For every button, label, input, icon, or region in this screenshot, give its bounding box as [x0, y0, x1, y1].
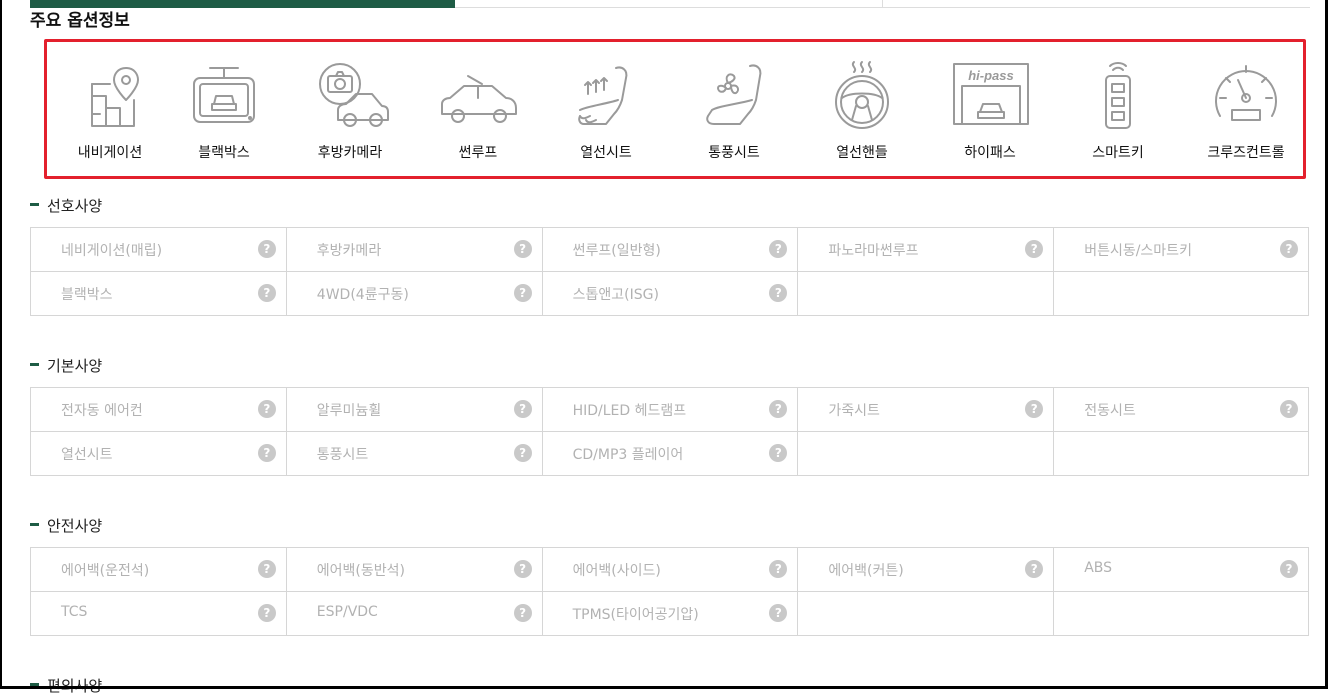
help-icon[interactable]: ?: [513, 284, 532, 302]
option-cell: 에어백(운전석)?: [31, 548, 287, 592]
heated-seat-icon: [578, 66, 628, 125]
help-icon[interactable]: ?: [769, 240, 788, 258]
safety-options-grid: 에어백(운전석)? 에어백(동반석)? 에어백(사이드)? 에어백(커튼)? A…: [30, 547, 1309, 636]
empty-cell: [1054, 272, 1309, 316]
options-row: 블랙박스? 4WD(4륜구동)? 스톱앤고(ISG)?: [31, 272, 1309, 316]
key-options-highlight-box: 내비게이션 블랙박스 후방카메라 썬루프 열선시트 통풍시트 열선핸들 hi-p…: [44, 39, 1306, 179]
basic-options-grid: 전자동 에어컨? 알루미늄휠? HID/LED 헤드램프? 가죽시트? 전동시트…: [30, 387, 1309, 476]
help-icon[interactable]: ?: [257, 444, 276, 462]
section-marker: [30, 683, 39, 686]
option-cell: CD/MP3 플레이어?: [542, 432, 799, 476]
option-cell: 블랙박스?: [31, 272, 287, 316]
option-cell: 에어백(동반석)?: [286, 548, 543, 592]
option-cell: 스톱앤고(ISG)?: [542, 272, 799, 316]
key-option-hipass: hi-pass 하이패스: [927, 54, 1053, 162]
heated-steering-wheel-icon: [835, 61, 889, 129]
option-cell: 버튼시동/스마트키?: [1054, 228, 1309, 272]
option-cell: 썬루프(일반형)?: [542, 228, 799, 272]
empty-cell: [1054, 592, 1309, 636]
options-row: 네비게이션(매립)? 후방카메라? 썬루프(일반형)? 파노라마썬루프? 버튼시…: [31, 228, 1309, 272]
svg-text:hi-pass: hi-pass: [968, 68, 1014, 83]
help-icon[interactable]: ?: [1279, 240, 1298, 258]
key-option-rear-camera: 후방카메라: [287, 54, 413, 162]
help-icon[interactable]: ?: [769, 560, 788, 578]
section-title-basic: 기본사양: [30, 355, 102, 376]
ventilated-seat-icon: [706, 64, 762, 125]
tab-divider: [882, 0, 883, 8]
help-icon[interactable]: ?: [1025, 400, 1044, 418]
key-option-heated-seat: 열선시트: [543, 54, 669, 162]
section-title-preferred: 선호사양: [30, 195, 102, 216]
option-cell: 통풍시트?: [286, 432, 543, 476]
help-icon[interactable]: ?: [257, 604, 276, 622]
help-icon[interactable]: ?: [1279, 400, 1298, 418]
option-cell: HID/LED 헤드램프?: [542, 388, 799, 432]
options-row: 에어백(운전석)? 에어백(동반석)? 에어백(사이드)? 에어백(커튼)? A…: [31, 548, 1309, 592]
option-cell: 에어백(커튼)?: [798, 548, 1055, 592]
preferred-options-grid: 네비게이션(매립)? 후방카메라? 썬루프(일반형)? 파노라마썬루프? 버튼시…: [30, 227, 1309, 316]
option-cell: 알루미늄휠?: [286, 388, 543, 432]
key-option-ventilated-seat: 통풍시트: [671, 54, 797, 162]
sunroof-car-icon: [441, 75, 517, 123]
section-title-convenience: 편의사양: [30, 675, 102, 696]
options-row: 전자동 에어컨? 알루미늄휠? HID/LED 헤드램프? 가죽시트? 전동시트…: [31, 388, 1309, 432]
options-row: 열선시트? 통풍시트? CD/MP3 플레이어?: [31, 432, 1309, 476]
help-icon[interactable]: ?: [257, 284, 276, 302]
key-option-sunroof: 썬루프: [415, 54, 541, 162]
option-cell: 전자동 에어컨?: [31, 388, 287, 432]
help-icon[interactable]: ?: [513, 444, 532, 462]
option-cell: 파노라마썬루프?: [798, 228, 1055, 272]
empty-cell: [1054, 432, 1309, 476]
empty-cell: [798, 272, 1055, 316]
rear-camera-icon: [319, 63, 389, 127]
option-cell: 열선시트?: [31, 432, 287, 476]
navigation-map-icon: [91, 67, 139, 127]
help-icon[interactable]: ?: [257, 560, 276, 578]
options-row: TCS? ESP/VDC? TPMS(타이어공기압)?: [31, 592, 1309, 636]
help-icon[interactable]: ?: [257, 400, 276, 418]
option-cell: 가죽시트?: [798, 388, 1055, 432]
help-icon[interactable]: ?: [257, 240, 276, 258]
help-icon[interactable]: ?: [1279, 560, 1298, 578]
key-option-blackbox: 블랙박스: [161, 54, 287, 162]
help-icon[interactable]: ?: [513, 240, 532, 258]
option-cell: TPMS(타이어공기압)?: [542, 592, 799, 636]
dashcam-icon: [193, 67, 255, 123]
help-icon[interactable]: ?: [769, 284, 788, 302]
section-marker: [30, 203, 39, 206]
main-options-title: 주요 옵션정보: [30, 11, 130, 31]
key-option-cruise-control: 크루즈컨트롤: [1183, 54, 1309, 162]
empty-cell: [798, 432, 1055, 476]
key-option-navigation: 내비게이션: [47, 54, 173, 162]
section-marker: [30, 523, 39, 526]
help-icon[interactable]: ?: [513, 560, 532, 578]
section-title-safety: 안전사양: [30, 515, 102, 536]
option-cell: TCS?: [31, 592, 287, 636]
help-icon[interactable]: ?: [769, 604, 788, 622]
section-marker: [30, 363, 39, 366]
help-icon[interactable]: ?: [1025, 240, 1044, 258]
help-icon[interactable]: ?: [769, 400, 788, 418]
option-cell: ABS?: [1054, 548, 1309, 592]
option-cell: 4WD(4륜구동)?: [286, 272, 543, 316]
cruise-control-gauge-icon: [1215, 65, 1277, 121]
smart-key-icon: [1105, 62, 1131, 129]
help-icon[interactable]: ?: [513, 400, 532, 418]
help-icon[interactable]: ?: [769, 444, 788, 462]
option-cell: 네비게이션(매립)?: [31, 228, 287, 272]
option-cell: 후방카메라?: [286, 228, 543, 272]
option-cell: 전동시트?: [1054, 388, 1309, 432]
hipass-gate-icon: hi-pass: [953, 63, 1029, 125]
help-icon[interactable]: ?: [513, 604, 532, 622]
help-icon[interactable]: ?: [1025, 560, 1044, 578]
empty-cell: [798, 592, 1055, 636]
option-cell: ESP/VDC?: [286, 592, 543, 636]
key-option-smart-key: 스마트키: [1055, 54, 1181, 162]
option-cell: 에어백(사이드)?: [542, 548, 799, 592]
key-option-heated-steering: 열선핸들: [799, 54, 925, 162]
